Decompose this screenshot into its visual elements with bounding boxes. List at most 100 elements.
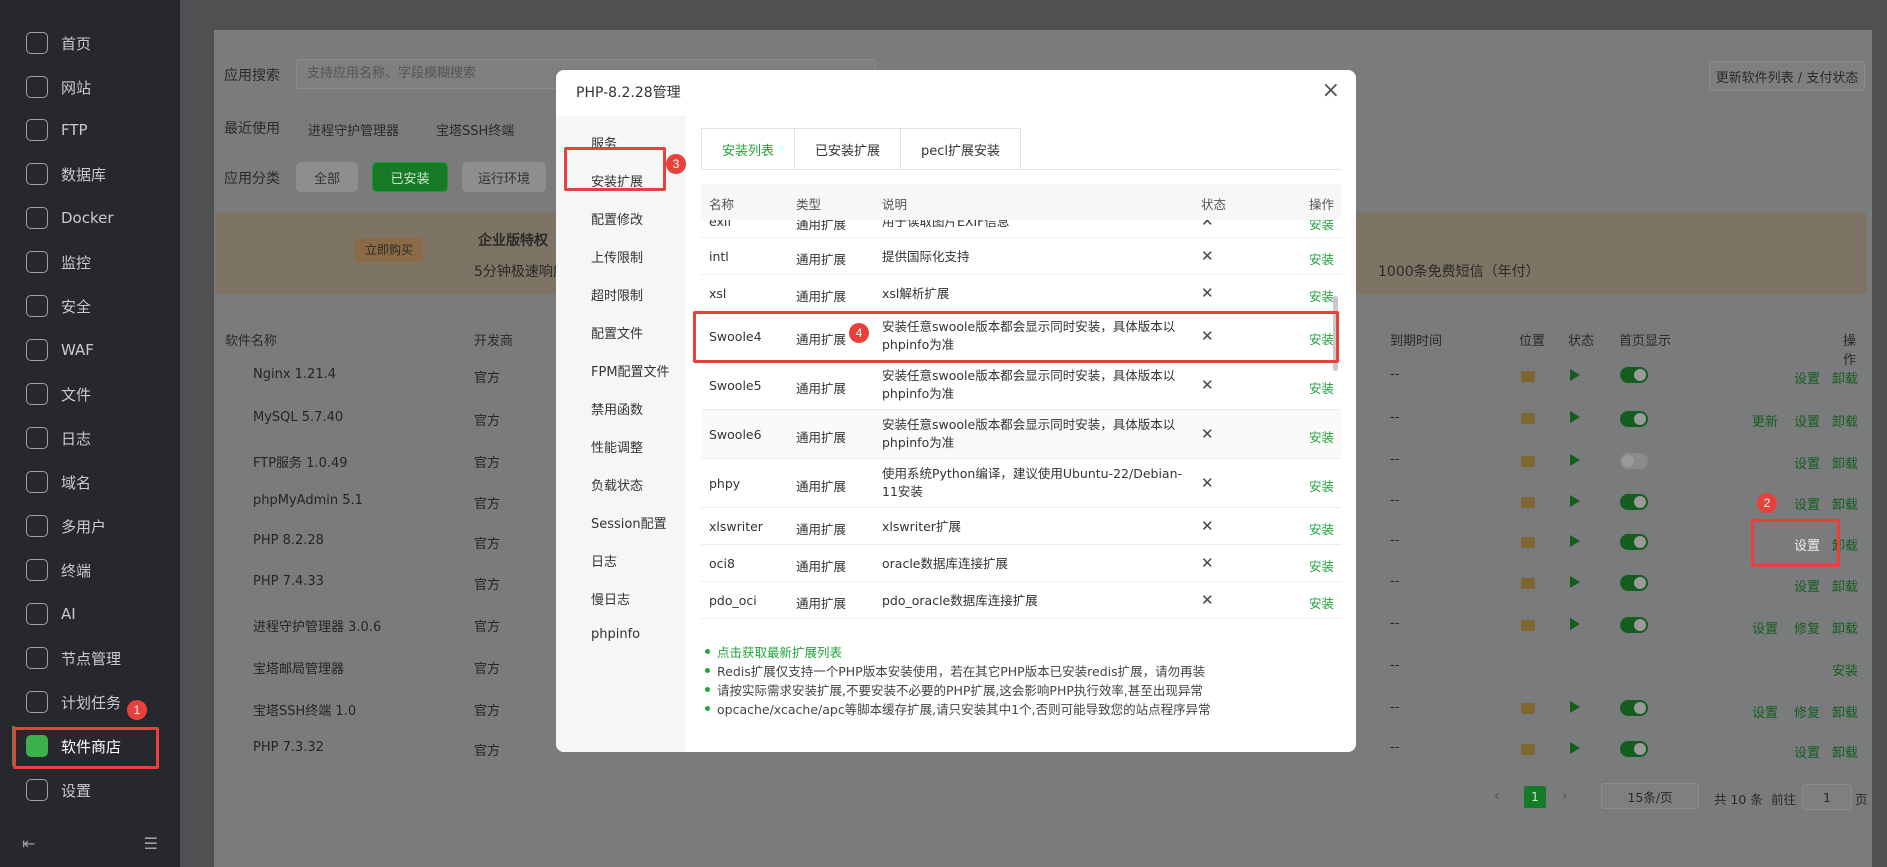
play-icon[interactable] — [1570, 618, 1580, 630]
settings-link[interactable]: 设置 — [1794, 576, 1820, 595]
play-icon[interactable] — [1570, 535, 1580, 547]
menu-performance[interactable]: 性能调整 — [591, 437, 643, 456]
install-link[interactable]: 安装 — [1309, 378, 1334, 397]
sidebar-item-docker[interactable]: Docker — [26, 200, 114, 236]
uninstall-link[interactable]: 卸载 — [1832, 453, 1858, 472]
home-display-toggle[interactable] — [1620, 617, 1648, 633]
install-link[interactable]: 安装 — [1309, 556, 1334, 575]
menu-slow-logs[interactable]: 慢日志 — [591, 589, 630, 608]
uninstall-link[interactable]: 卸载 — [1832, 618, 1858, 637]
menu-upload-limit[interactable]: 上传限制 — [591, 247, 643, 266]
menu-logs[interactable]: 日志 — [591, 551, 617, 570]
category-runtime[interactable]: 运行环境 — [462, 162, 546, 192]
collapse-icon[interactable]: ⇤ — [22, 834, 35, 853]
sidebar-item-multiuser[interactable]: 多用户 — [26, 508, 106, 544]
sidebar-item-terminal[interactable]: 终端 — [26, 552, 91, 588]
uninstall-link[interactable]: 卸载 — [1832, 576, 1858, 595]
settings-link[interactable]: 设置 — [1794, 494, 1820, 513]
menu-phpinfo[interactable]: phpinfo — [591, 627, 640, 642]
repair-link[interactable]: 修复 — [1794, 702, 1820, 721]
play-icon[interactable] — [1570, 742, 1580, 754]
install-link[interactable]: 安装 — [1309, 286, 1334, 305]
menu-timeout-limit[interactable]: 超时限制 — [591, 285, 643, 304]
page-size-select[interactable]: 15条/页 — [1601, 783, 1699, 809]
settings-link[interactable]: 设置 — [1794, 411, 1820, 430]
menu-disabled-functions[interactable]: 禁用函数 — [591, 399, 643, 418]
sidebar-item-settings[interactable]: 设置 — [26, 772, 91, 808]
folder-icon[interactable] — [1521, 456, 1535, 467]
settings-link[interactable]: 设置 — [1752, 702, 1778, 721]
category-installed[interactable]: 已安装 — [372, 162, 448, 192]
sidebar-item-waf[interactable]: WAF — [26, 332, 94, 368]
folder-icon[interactable] — [1521, 537, 1535, 548]
goto-page-input[interactable]: 1 — [1802, 784, 1852, 810]
sidebar-item-domain[interactable]: 域名 — [26, 464, 91, 500]
uninstall-link[interactable]: 卸载 — [1832, 368, 1858, 387]
install-link[interactable]: 安装 — [1309, 593, 1334, 612]
fetch-latest-ext-link[interactable]: 点击获取最新扩展列表 — [701, 642, 1341, 661]
home-display-toggle[interactable] — [1620, 575, 1648, 591]
home-display-toggle[interactable] — [1620, 741, 1648, 757]
install-link[interactable]: 安装 — [1832, 660, 1858, 679]
category-all[interactable]: 全部 — [296, 162, 358, 192]
tab-pecl-install[interactable]: pecl扩展安装 — [900, 128, 1022, 170]
play-icon[interactable] — [1570, 495, 1580, 507]
next-page-icon[interactable]: › — [1562, 788, 1568, 804]
home-display-toggle[interactable] — [1620, 494, 1648, 510]
uninstall-link[interactable]: 卸载 — [1832, 702, 1858, 721]
folder-icon[interactable] — [1521, 744, 1535, 755]
sidebar-item-home[interactable]: 首页 — [26, 25, 91, 61]
menu-icon[interactable]: ☰ — [144, 834, 158, 853]
settings-link[interactable]: 设置 — [1794, 368, 1820, 387]
recent-item-ssh[interactable]: 宝塔SSH终端 — [436, 120, 514, 139]
uninstall-link[interactable]: 卸载 — [1832, 742, 1858, 761]
uninstall-link[interactable]: 卸载 — [1832, 411, 1858, 430]
play-icon[interactable] — [1570, 454, 1580, 466]
sidebar-item-node[interactable]: 节点管理 — [26, 640, 121, 676]
sidebar-item-database[interactable]: 数据库 — [26, 156, 106, 192]
buy-button[interactable]: 立即购买 — [355, 238, 423, 262]
folder-icon[interactable] — [1521, 371, 1535, 382]
folder-icon[interactable] — [1521, 620, 1535, 631]
play-icon[interactable] — [1570, 411, 1580, 423]
install-link[interactable]: 安装 — [1309, 220, 1334, 233]
sidebar-item-cron[interactable]: 计划任务 — [26, 684, 121, 720]
home-display-toggle[interactable] — [1620, 411, 1648, 427]
settings-link[interactable]: 设置 — [1794, 742, 1820, 761]
sidebar-item-files[interactable]: 文件 — [26, 376, 91, 412]
sidebar-item-monitor[interactable]: 监控 — [26, 244, 91, 280]
menu-session-config[interactable]: Session配置 — [591, 513, 667, 532]
sidebar-item-logs[interactable]: 日志 — [26, 420, 91, 456]
folder-icon[interactable] — [1521, 578, 1535, 589]
menu-config-edit[interactable]: 配置修改 — [591, 209, 643, 228]
folder-icon[interactable] — [1521, 413, 1535, 424]
settings-link[interactable]: 设置 — [1794, 453, 1820, 472]
folder-icon[interactable] — [1521, 703, 1535, 714]
sidebar-item-ai[interactable]: AI — [26, 596, 76, 632]
install-link[interactable]: 安装 — [1309, 249, 1334, 268]
uninstall-link[interactable]: 卸载 — [1832, 494, 1858, 513]
page-current[interactable]: 1 — [1524, 786, 1546, 808]
recent-item-supervisor[interactable]: 进程守护管理器 — [308, 120, 399, 139]
menu-load-status[interactable]: 负载状态 — [591, 475, 643, 494]
home-display-toggle[interactable] — [1620, 700, 1648, 716]
folder-icon[interactable] — [1521, 497, 1535, 508]
play-icon[interactable] — [1570, 701, 1580, 713]
play-icon[interactable] — [1570, 369, 1580, 381]
sidebar-item-ftp[interactable]: FTP — [26, 112, 88, 148]
install-link[interactable]: 安装 — [1309, 519, 1334, 538]
tab-installed-ext[interactable]: 已安装扩展 — [794, 128, 902, 170]
install-link[interactable]: 安装 — [1309, 476, 1334, 495]
update-list-button[interactable]: 更新软件列表 / 支付状态 — [1709, 61, 1865, 91]
menu-config-file[interactable]: 配置文件 — [591, 323, 643, 342]
home-display-toggle[interactable] — [1620, 534, 1648, 550]
close-icon[interactable]: × — [1322, 78, 1340, 103]
play-icon[interactable] — [1570, 576, 1580, 588]
settings-link[interactable]: 设置 — [1752, 618, 1778, 637]
sidebar-item-security[interactable]: 安全 — [26, 288, 91, 324]
sidebar-item-website[interactable]: 网站 — [26, 69, 91, 105]
home-display-toggle[interactable] — [1620, 453, 1648, 469]
prev-page-icon[interactable]: ‹ — [1494, 788, 1500, 804]
menu-fpm-config[interactable]: FPM配置文件 — [591, 361, 670, 380]
home-display-toggle[interactable] — [1620, 367, 1648, 383]
